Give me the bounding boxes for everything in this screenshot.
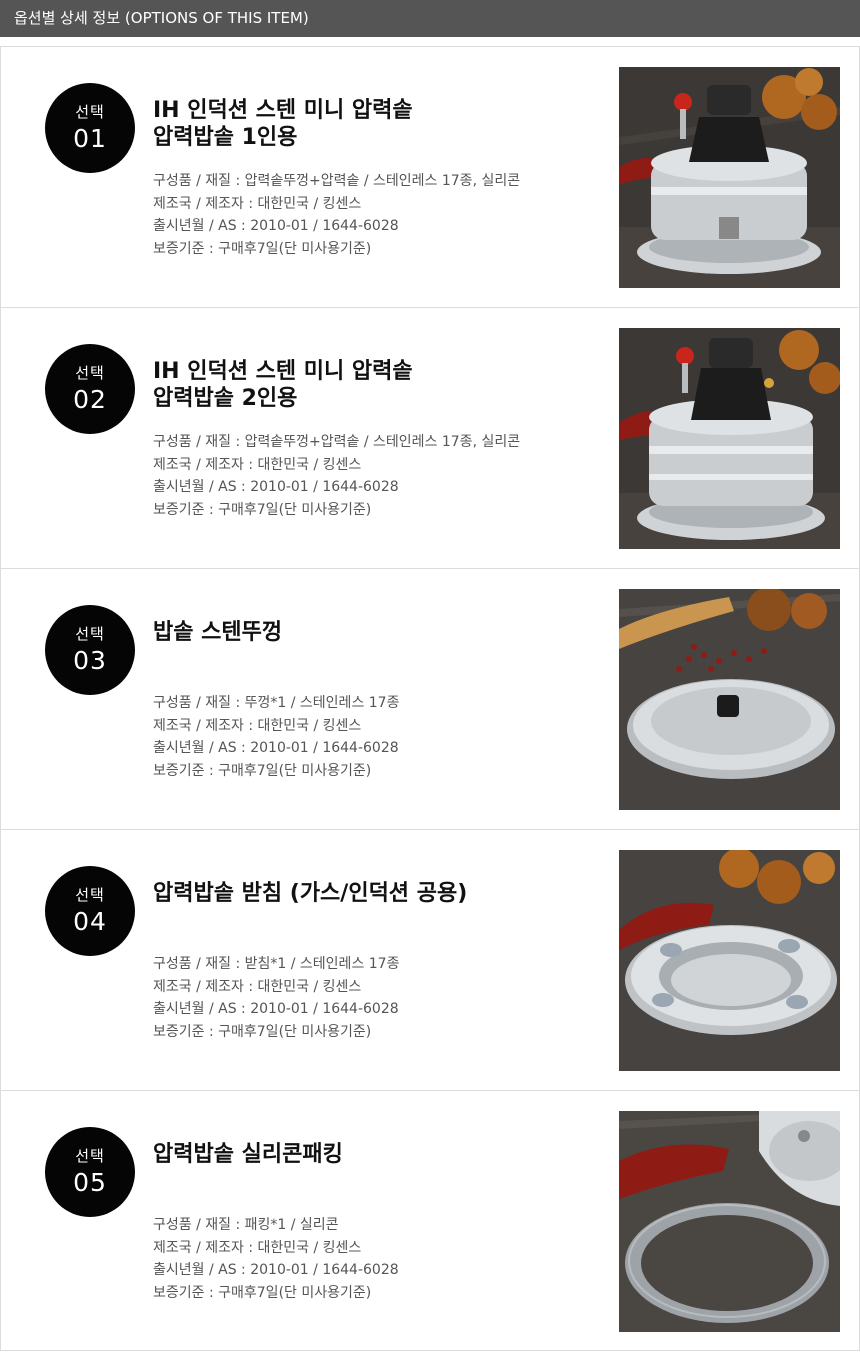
option-specs: 구성품 / 재질 : 압력솥뚜껑+압력솥 / 스테인레스 17종, 실리콘 제조… xyxy=(153,431,593,521)
badge-label: 선택 xyxy=(75,364,105,382)
badge-label: 선택 xyxy=(75,886,105,904)
badge-number: 05 xyxy=(73,1168,107,1197)
steel-lid-image xyxy=(619,589,840,810)
spec-warranty: 보증기준 : 구매후7일(단 미사용기준) xyxy=(153,1284,372,1301)
option-specs: 구성품 / 재질 : 압력솥뚜껑+압력솥 / 스테인레스 17종, 실리콘 제조… xyxy=(153,170,593,260)
option-badge: 선택 01 xyxy=(45,83,135,173)
option-title: 밥솥 스텐뚜껑 xyxy=(153,620,283,645)
spec-warranty: 보증기준 : 구매후7일(단 미사용기준) xyxy=(153,762,372,779)
cooker-stand-image xyxy=(619,850,840,1071)
option-badge: 선택 02 xyxy=(45,344,135,434)
spec-release: 출시년월 / AS : 2010-01 / 1644-6028 xyxy=(153,218,399,234)
option-badge: 선택 05 xyxy=(45,1127,135,1217)
spec-maker: 제조국 / 제조자 : 대한민국 / 킹센스 xyxy=(153,195,362,212)
spec-maker: 제조국 / 제조자 : 대한민국 / 킹센스 xyxy=(153,1239,362,1256)
option-specs: 구성품 / 재질 : 뚜껑*1 / 스테인레스 17종 제조국 / 제조자 : … xyxy=(153,692,593,782)
badge-label: 선택 xyxy=(75,625,105,643)
badge-label: 선택 xyxy=(75,103,105,121)
option-item: 선택 03 밥솥 스텐뚜껑 구성품 / 재질 : 뚜껑*1 / 스테인레스 17… xyxy=(0,568,860,829)
spec-release: 출시년월 / AS : 2010-01 / 1644-6028 xyxy=(153,479,399,495)
option-title: IH 인덕션 스텐 미니 압력솥 압력밥솥 1인용 xyxy=(153,98,413,150)
option-item: 선택 02 IH 인덕션 스텐 미니 압력솥 압력밥솥 2인용 구성품 / 재질… xyxy=(0,307,860,568)
spec-composition: 구성품 / 재질 : 압력솥뚜껑+압력솥 / 스테인레스 17종, 실리콘 xyxy=(153,173,521,189)
badge-label: 선택 xyxy=(75,1147,105,1165)
option-badge: 선택 04 xyxy=(45,866,135,956)
option-specs: 구성품 / 재질 : 패킹*1 / 실리콘 제조국 / 제조자 : 대한민국 /… xyxy=(153,1214,593,1304)
spec-release: 출시년월 / AS : 2010-01 / 1644-6028 xyxy=(153,1001,399,1017)
spec-release: 출시년월 / AS : 2010-01 / 1644-6028 xyxy=(153,740,399,756)
spec-warranty: 보증기준 : 구매후7일(단 미사용기준) xyxy=(153,501,372,518)
badge-number: 04 xyxy=(73,907,107,936)
badge-number: 02 xyxy=(73,385,107,414)
option-badge: 선택 03 xyxy=(45,605,135,695)
spec-maker: 제조국 / 제조자 : 대한민국 / 킹센스 xyxy=(153,978,362,995)
options-list: 선택 01 IH 인덕션 스텐 미니 압력솥 압력밥솥 1인용 구성품 / 재질… xyxy=(0,46,860,1351)
option-item: 선택 05 압력밥솥 실리콘패킹 구성품 / 재질 : 패킹*1 / 실리콘 제… xyxy=(0,1090,860,1351)
spec-warranty: 보증기준 : 구매후7일(단 미사용기준) xyxy=(153,1023,372,1040)
spec-composition: 구성품 / 재질 : 패킹*1 / 실리콘 xyxy=(153,1217,339,1233)
silicone-gasket-image xyxy=(619,1111,840,1332)
badge-number: 03 xyxy=(73,646,107,675)
spec-maker: 제조국 / 제조자 : 대한민국 / 킹센스 xyxy=(153,717,362,734)
spec-composition: 구성품 / 재질 : 압력솥뚜껑+압력솥 / 스테인레스 17종, 실리콘 xyxy=(153,434,521,450)
option-item: 선택 01 IH 인덕션 스텐 미니 압력솥 압력밥솥 1인용 구성품 / 재질… xyxy=(0,46,860,307)
option-item: 선택 04 압력밥솥 받침 (가스/인덕션 공용) 구성품 / 재질 : 받침*… xyxy=(0,829,860,1090)
option-specs: 구성품 / 재질 : 받침*1 / 스테인레스 17종 제조국 / 제조자 : … xyxy=(153,953,593,1043)
spec-warranty: 보증기준 : 구매후7일(단 미사용기준) xyxy=(153,240,372,257)
spec-maker: 제조국 / 제조자 : 대한민국 / 킹센스 xyxy=(153,456,362,473)
spec-composition: 구성품 / 재질 : 받침*1 / 스테인레스 17종 xyxy=(153,956,400,972)
section-title: 옵션별 상세 정보 (OPTIONS OF THIS ITEM) xyxy=(14,9,309,27)
spec-composition: 구성품 / 재질 : 뚜껑*1 / 스테인레스 17종 xyxy=(153,695,400,711)
pressure-cooker-image xyxy=(619,328,840,549)
option-title: 압력밥솥 실리콘패킹 xyxy=(153,1142,343,1167)
section-header: 옵션별 상세 정보 (OPTIONS OF THIS ITEM) xyxy=(0,0,860,37)
option-title: IH 인덕션 스텐 미니 압력솥 압력밥솥 2인용 xyxy=(153,359,413,411)
spec-release: 출시년월 / AS : 2010-01 / 1644-6028 xyxy=(153,1262,399,1278)
option-title: 압력밥솥 받침 (가스/인덕션 공용) xyxy=(153,881,468,906)
badge-number: 01 xyxy=(73,124,107,153)
pressure-cooker-image xyxy=(619,67,840,288)
